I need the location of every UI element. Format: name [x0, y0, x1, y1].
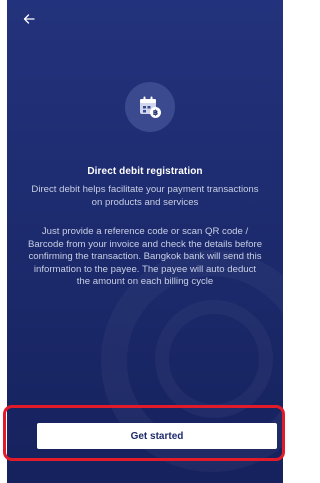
calendar-baht-icon: ฿ [140, 96, 161, 118]
description-text: Direct debit helps facilitate your payme… [31, 184, 259, 208]
instructions-text: Just provide a reference code or scan QR… [27, 226, 263, 287]
get-started-button[interactable]: Get started [37, 423, 277, 449]
svg-text:฿: ฿ [153, 108, 158, 117]
hero-icon-badge: ฿ [125, 82, 175, 132]
page-title: Direct debit registration [87, 166, 203, 177]
background-watermark-inner [155, 300, 273, 418]
back-button[interactable] [19, 9, 39, 29]
arrow-left-icon [23, 14, 35, 24]
